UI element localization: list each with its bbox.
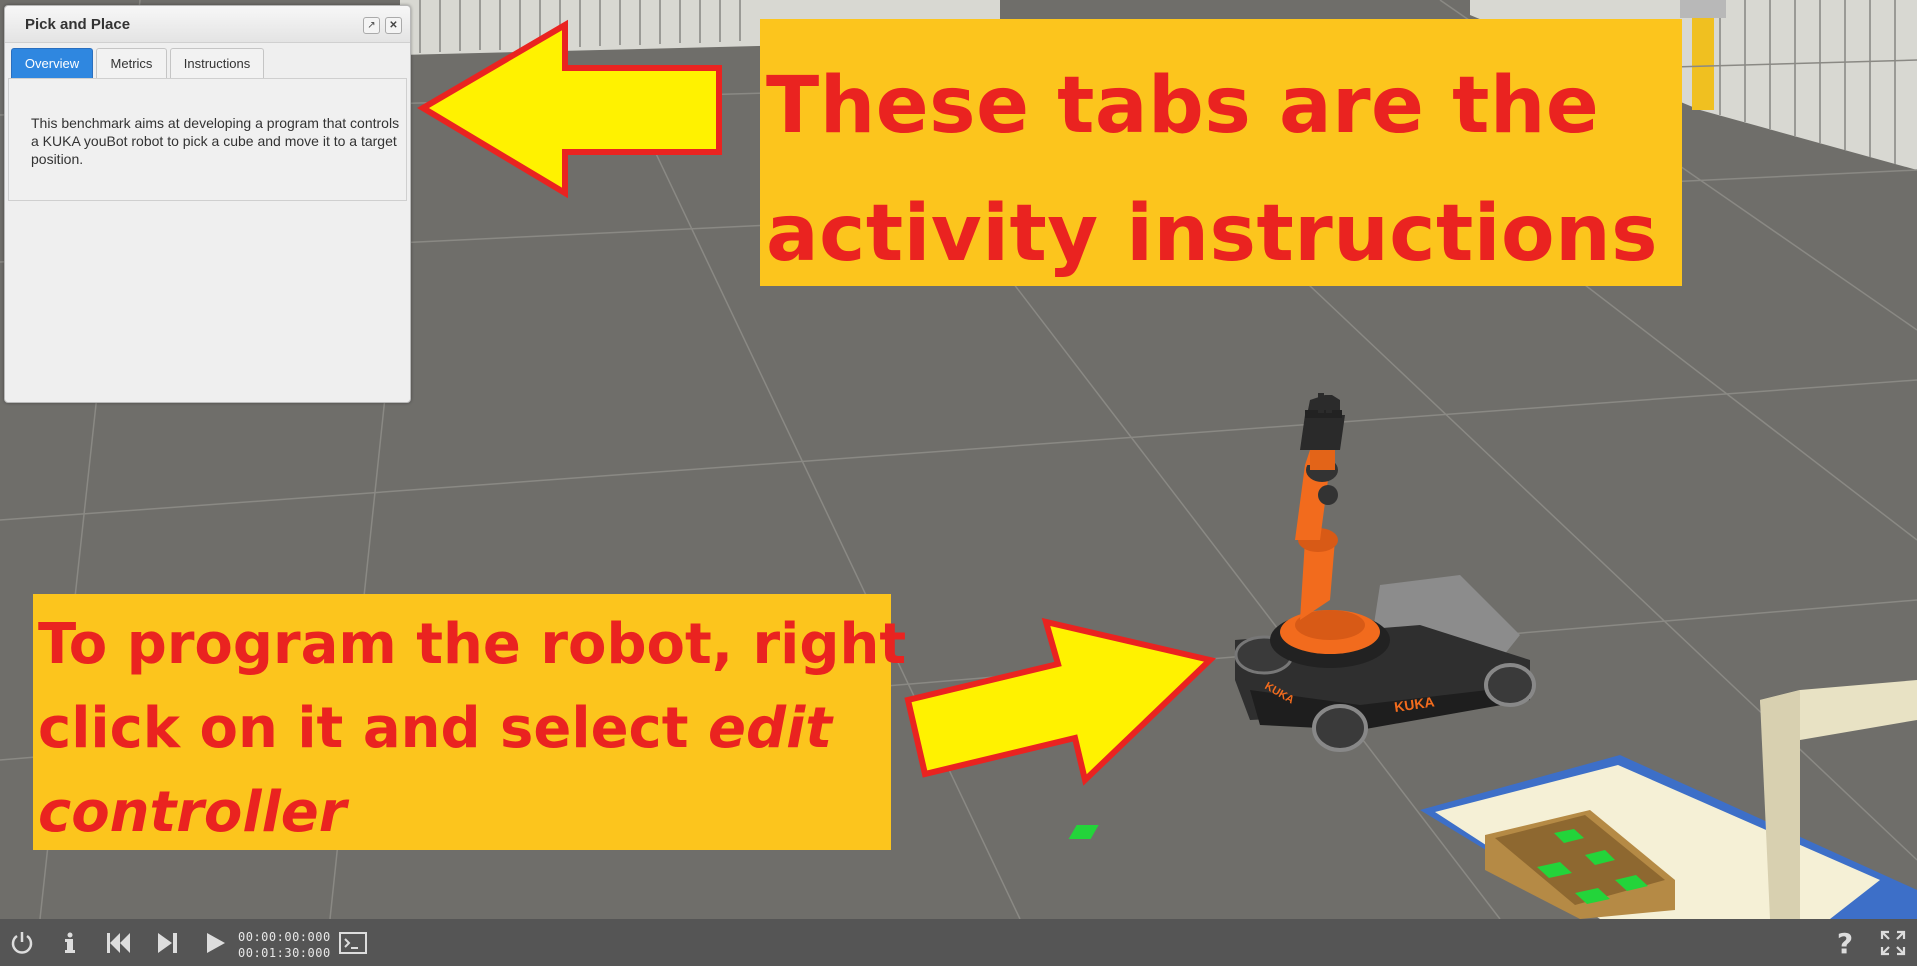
power-icon[interactable] [7, 928, 37, 958]
callout-bottom-line-2-text: click on it and select [38, 696, 709, 761]
help-icon[interactable]: ? [1830, 927, 1860, 960]
play-icon[interactable] [200, 928, 230, 958]
simulation-toolbar: 00:00:00:000 00:01:30:000 ? [0, 919, 1917, 966]
reset-icon[interactable] [103, 928, 133, 958]
panel-title: Pick and Place [25, 16, 131, 33]
tab-metrics[interactable]: Metrics [96, 48, 167, 78]
callout-bottom-controller: controller [38, 780, 347, 845]
benchmark-panel: Pick and Place ↗ ✕ Overview Metrics Inst… [4, 5, 411, 403]
callout-bottom-line-1: To program the robot, right [38, 612, 907, 677]
fullscreen-icon[interactable] [1878, 928, 1908, 958]
tab-content: This benchmark aims at developing a prog… [8, 78, 407, 201]
time-current: 00:00:00:000 [238, 930, 331, 944]
callout-program-robot: To program the robot, right click on it … [33, 594, 906, 850]
callout-bottom-line-2: click on it and select edit [38, 696, 832, 761]
callout-tabs-instructions: These tabs are the activity instructions [760, 19, 1682, 286]
close-icon[interactable]: ✕ [385, 17, 402, 34]
svg-text:?: ? [1837, 928, 1853, 958]
external-window-icon[interactable]: ↗ [363, 17, 380, 34]
panel-header[interactable]: Pick and Place ↗ ✕ [5, 6, 410, 43]
console-icon[interactable] [338, 928, 368, 958]
overview-text: This benchmark aims at developing a prog… [31, 115, 400, 167]
callout-top-line-1: These tabs are the [766, 61, 1600, 151]
tab-overview[interactable]: Overview [11, 48, 93, 78]
callout-bottom-line-3: controller [38, 780, 346, 845]
step-icon[interactable] [152, 928, 182, 958]
tab-instructions[interactable]: Instructions [170, 48, 264, 78]
callout-bottom-edit: edit [708, 696, 833, 761]
simulation-viewport[interactable]: KUKA KUKA Pick and Place ↗ ✕ Overview Me… [0, 0, 1917, 966]
info-icon[interactable] [55, 928, 85, 958]
callout-top-line-2: activity instructions [766, 189, 1659, 279]
time-total: 00:01:30:000 [238, 946, 331, 960]
